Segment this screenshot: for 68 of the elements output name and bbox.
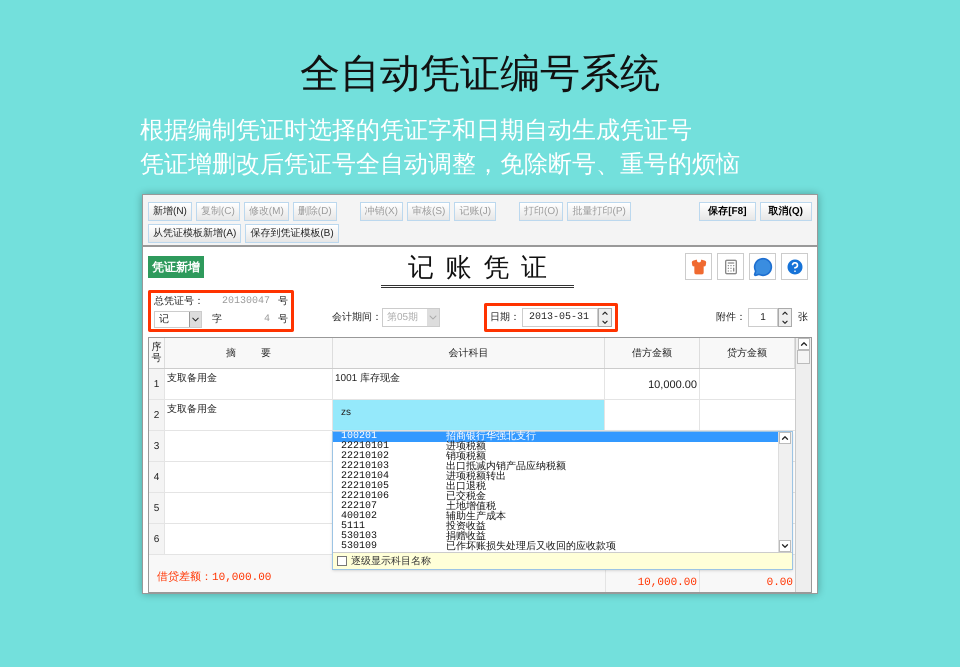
scrollbar-track[interactable] <box>795 338 811 592</box>
field-label: 号 <box>278 295 288 309</box>
column-header: 序号 <box>152 342 162 364</box>
table-cell: 支取备用金 <box>167 404 217 415</box>
account-option[interactable]: 22210104 进项税额转出 <box>333 472 778 482</box>
field-label: 附件： <box>716 311 746 325</box>
account-option[interactable]: 22210102 销项税额 <box>333 452 778 462</box>
row-number: 2 <box>149 400 165 430</box>
account-option[interactable]: 530109 已作坏账损失处理后又收回的应收款项 <box>333 542 778 552</box>
scroll-down-icon[interactable] <box>779 540 791 552</box>
debit-total: 10,000.00 <box>638 576 697 590</box>
word-select[interactable]: 记 <box>154 311 202 328</box>
field-label: 张 <box>798 310 808 325</box>
row-number: 3 <box>149 431 165 461</box>
scroll-up-icon[interactable] <box>779 432 791 444</box>
account-option[interactable]: 22210105 出口退税 <box>333 482 778 492</box>
difference-total: 借贷差额：10,000.00 <box>157 570 272 586</box>
column-header: 摘要 <box>225 346 296 360</box>
account-option[interactable]: 530103 捐赠收益 <box>333 532 778 542</box>
toolbar-button[interactable]: 保存到凭证模板(B) <box>245 224 339 243</box>
account-option[interactable]: 22210106 已交税金 <box>333 492 778 502</box>
toolbar-button[interactable]: 保存[F8] <box>699 202 756 221</box>
scrollbar-thumb[interactable] <box>797 350 810 364</box>
subtitle: 根据编制凭证时选择的凭证字和日期自动生成凭证号 <box>140 116 693 146</box>
subtitle: 凭证增删改后凭证号全自动调整，免除断号、重号的烦恼 <box>140 150 741 180</box>
field-label: 号 <box>278 313 288 327</box>
voucher-number: 4 <box>264 313 270 327</box>
column-header: 贷方金额 <box>727 346 767 360</box>
toolbar-button[interactable]: 从凭证模板新增(A) <box>148 224 242 243</box>
column-header: 会计科目 <box>448 346 488 360</box>
column-header: 借方金额 <box>632 346 672 360</box>
row-number: 4 <box>149 462 165 492</box>
voucher-title: 记账凭证 <box>381 253 574 288</box>
attachment-field[interactable]: 1 <box>748 308 778 327</box>
account-option[interactable]: 222107 土地增值税 <box>333 502 778 512</box>
table-cell: 支取备用金 <box>167 373 217 384</box>
calculator-icon[interactable] <box>717 253 744 280</box>
row-number: 1 <box>149 369 165 399</box>
row-number: 6 <box>149 524 165 554</box>
field-label: 总凭证号： <box>154 294 204 309</box>
scroll-up-icon[interactable] <box>798 338 810 350</box>
shirt-icon[interactable] <box>685 253 712 280</box>
spinner-buttons[interactable] <box>778 308 792 327</box>
toolbar-button[interactable]: 新增(N) <box>148 202 192 221</box>
account-option[interactable]: 400102 辅助生产成本 <box>333 512 778 522</box>
spinner-buttons[interactable] <box>598 308 612 327</box>
account-option[interactable]: 5111 投资收益 <box>333 522 778 532</box>
credit-total: 0.00 <box>766 576 793 590</box>
field-label: 字 <box>212 312 222 327</box>
dropdown-icon <box>189 312 201 327</box>
account-option[interactable]: 22210103 出口抵减内销产品应纳税额 <box>333 462 778 472</box>
table-cell-text: 10,000.00 <box>648 378 697 392</box>
total-number: 20130047 <box>222 295 270 309</box>
field-label: 日期： <box>490 310 520 325</box>
help-icon[interactable] <box>781 253 808 280</box>
checkbox-label: 逐级显示科目名称 <box>351 554 431 568</box>
account-input-field[interactable]: zs <box>333 400 605 430</box>
headline: 全自动凭证编号系统 <box>300 51 660 98</box>
table-cell: 1001 库存现金 <box>335 373 400 384</box>
date-field[interactable]: 2013-05-31 <box>522 308 598 327</box>
row-number: 5 <box>149 493 165 523</box>
field-label: 会计期间： <box>332 310 382 325</box>
account-option[interactable]: 22210101 进项税额 <box>333 442 778 452</box>
toolbar-button[interactable]: 取消(Q) <box>760 202 812 221</box>
status-badge: 凭证新增 <box>148 256 204 278</box>
info-icon[interactable] <box>749 253 776 280</box>
checkbox[interactable] <box>337 556 347 566</box>
dropdown-icon <box>427 309 439 326</box>
